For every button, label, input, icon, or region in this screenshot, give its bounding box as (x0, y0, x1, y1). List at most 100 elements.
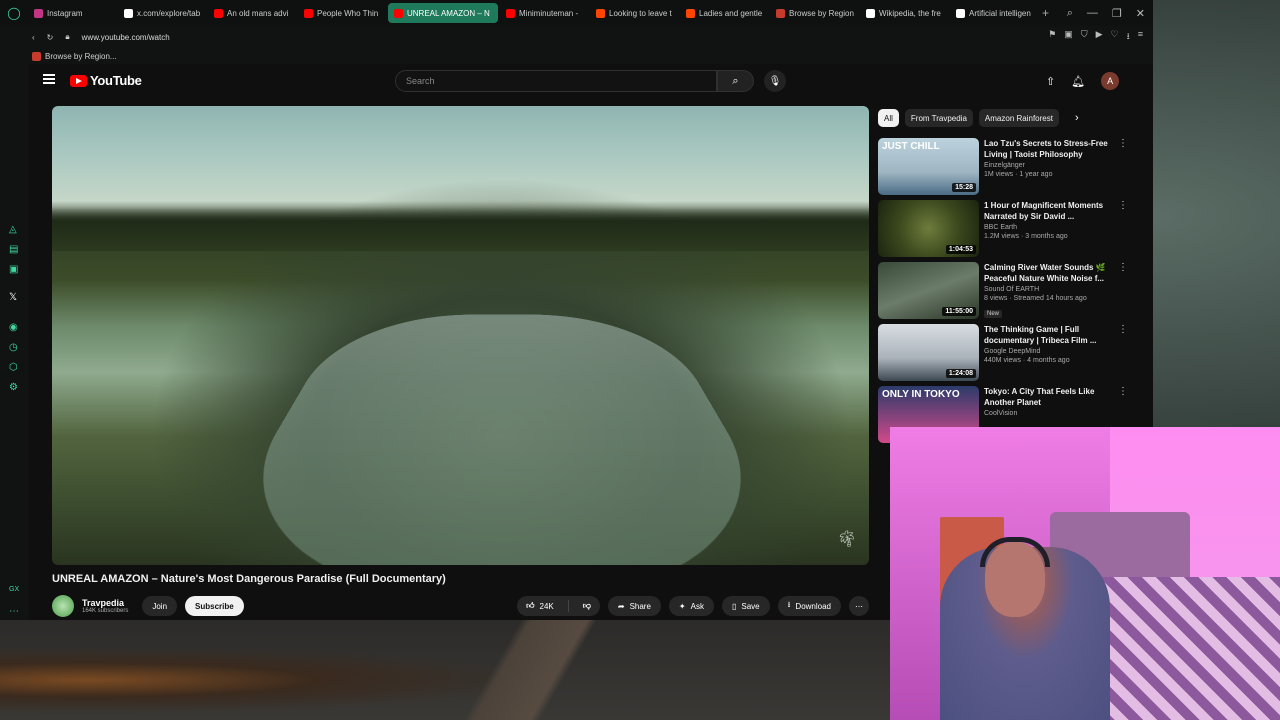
new-tab-icon[interactable]: + (1042, 6, 1049, 20)
channel-avatar[interactable] (52, 595, 74, 617)
save-button[interactable]: ▯ Save (721, 596, 770, 616)
address-bar-tools: ⚑ ▣ ⛉ ▶ ♡ ⭳ ≡ (1048, 29, 1153, 45)
youtube-logo[interactable]: YouTube (70, 73, 142, 88)
recommendation-channel[interactable]: Google DeepMind (984, 348, 1116, 355)
channel-watermark-icon[interactable]: 🌴︎ (837, 529, 857, 549)
share-label: Share (629, 601, 651, 611)
browser-tab[interactable]: An old mans advi (208, 3, 296, 23)
messenger-icon[interactable]: ▤ (9, 244, 18, 255)
recommendation-item[interactable]: 1:24:08 The Thinking Game | Full document… (878, 324, 1128, 386)
back-icon[interactable]: ‹ (32, 33, 35, 42)
search-input[interactable]: Search (395, 70, 717, 92)
extensions-icon[interactable]: ⬡ (9, 362, 18, 373)
recommendation-thumbnail[interactable]: 1:24:08 (878, 324, 979, 381)
ask-button[interactable]: ✦ Ask (668, 596, 714, 616)
kebab-menu-icon[interactable]: ⋮ (1118, 200, 1128, 262)
browser-tab[interactable]: Instagram (28, 3, 116, 23)
recommendation-thumbnail[interactable]: JUST CHILL 15:28 (878, 138, 979, 195)
microphone-icon[interactable]: 🎙︎ (764, 70, 786, 92)
browser-tab[interactable]: People Who Thin (298, 3, 386, 23)
filter-chip[interactable]: Amazon Rainforest (978, 109, 1059, 127)
browser-tab[interactable]: x.com/explore/tab (118, 3, 206, 23)
chevron-right-icon[interactable]: › (1075, 112, 1079, 124)
hamburger-menu-icon[interactable] (43, 74, 55, 84)
settings-icon[interactable]: ⚙ (9, 382, 18, 393)
bell-icon[interactable]: 🔔︎ (1071, 75, 1085, 88)
filter-chip[interactable]: All (878, 109, 899, 127)
recommendation-channel[interactable]: CoolVision (984, 410, 1116, 417)
gx-icon[interactable]: GX (9, 586, 19, 593)
like-button[interactable]: 👍︎ 24K (517, 596, 563, 616)
bookmark-icon[interactable]: ⚑ (1048, 29, 1056, 45)
recommendation-title[interactable]: Lao Tzu's Secrets to Stress-Free Living … (984, 138, 1116, 160)
like-divider (567, 600, 569, 612)
kebab-menu-icon[interactable]: ⋮ (1118, 324, 1128, 386)
recommendation-channel[interactable]: Sound Of EARTH (984, 286, 1116, 293)
browser-tab[interactable]: Browse by Region (770, 3, 858, 23)
minimize-icon[interactable]: — (1087, 7, 1098, 20)
avatar[interactable]: A (1101, 72, 1120, 90)
recommendation-thumbnail[interactable]: 1:04:53 (878, 200, 979, 257)
recommendation-title[interactable]: The Thinking Game | Full documentary | T… (984, 324, 1116, 346)
maximize-icon[interactable]: ❐ (1112, 7, 1122, 20)
more-actions-icon[interactable]: ⋯ (849, 596, 869, 616)
address-bar: ‹ ↻ 🔒︎ www.youtube.com/watch ⚑ ▣ ⛉ ▶ ♡ ⭳… (0, 26, 1153, 48)
tab-favicon-icon (596, 8, 605, 18)
tab-favicon-icon (304, 8, 313, 18)
recommendation-channel[interactable]: Einzelgänger (984, 162, 1116, 169)
share-button[interactable]: ➦ Share (607, 596, 661, 616)
recommendation-channel[interactable]: BBC Earth (984, 224, 1116, 231)
snapshot-icon[interactable]: ▣ (1064, 29, 1073, 45)
tab-label: Looking to leave t (609, 8, 672, 18)
download-label: Download (795, 601, 831, 611)
like-count: 24K (539, 601, 554, 611)
search-icon[interactable]: ⌕ (717, 70, 754, 92)
reload-icon[interactable]: ↻ (47, 33, 54, 42)
recommendation-meta: 8 views · Streamed 14 hours ago (984, 295, 1087, 302)
history-icon[interactable]: ◷ (9, 342, 18, 353)
url-field[interactable]: www.youtube.com/watch (82, 33, 170, 42)
tab-label: Miniminuteman - (519, 8, 579, 18)
browser-tab[interactable]: Miniminuteman - (500, 3, 588, 23)
channel-name[interactable]: Travpedia (82, 598, 128, 608)
recommendation-item[interactable]: JUST CHILL 15:28 Lao Tzu's Secrets to Stre… (878, 138, 1128, 200)
upload-icon[interactable]: ⇧ (1046, 75, 1055, 88)
aria-icon[interactable]: ◬ (9, 224, 17, 235)
play-icon[interactable]: ▶ (1096, 29, 1103, 45)
window-controls: ⌕ — ❐ ✕ (1067, 7, 1153, 20)
dislike-button[interactable]: 👎︎ (574, 596, 600, 616)
player-icon[interactable]: ◉ (9, 322, 18, 333)
opera-logo-icon[interactable]: ◯ (0, 6, 28, 20)
subscribe-button[interactable]: Subscribe (185, 596, 244, 616)
filter-chip[interactable]: From Travpedia (904, 109, 973, 127)
whatsapp-icon[interactable]: ▣ (9, 264, 18, 275)
recommendation-title[interactable]: Tokyo: A City That Feels Like Another Pl… (984, 386, 1116, 408)
recommendation-title[interactable]: Calming River Water Sounds 🌿 Peaceful Na… (984, 262, 1116, 284)
download-button[interactable]: ⭳ Download (777, 596, 841, 616)
bookmark-item[interactable]: Browse by Region... (45, 52, 117, 61)
video-player[interactable]: 🌴︎ (52, 106, 869, 565)
download-icon[interactable]: ⭳ (1127, 29, 1130, 45)
search-tabs-icon[interactable]: ⌕ (1067, 7, 1073, 20)
browser-tab[interactable]: Ladies and gentle (680, 3, 768, 23)
tab-label: Artificial intelligen (969, 8, 1031, 18)
browser-tab[interactable]: Wikipedia, the fre (860, 3, 948, 23)
tab-label: Instagram (47, 8, 83, 18)
heart-icon[interactable]: ♡ (1111, 29, 1119, 45)
lock-icon: 🔒︎ (65, 32, 70, 41)
close-icon[interactable]: ✕ (1136, 7, 1145, 20)
x-icon[interactable]: 𝕏 (9, 292, 17, 303)
kebab-menu-icon[interactable]: ⋮ (1118, 262, 1128, 324)
browser-tab[interactable]: UNREAL AMAZON – N (388, 3, 498, 23)
menu-icon[interactable]: ≡ (1138, 29, 1143, 45)
shield-icon[interactable]: ⛉ (1081, 29, 1088, 45)
recommendation-item[interactable]: 11:55:00 Calming River Water Sounds 🌿 Pea… (878, 262, 1128, 324)
recommendation-item[interactable]: 1:04:53 1 Hour of Magnificent Moments Nar… (878, 200, 1128, 262)
recommendation-thumbnail[interactable]: 11:55:00 (878, 262, 979, 319)
browser-tab[interactable]: Artificial intelligen (950, 3, 1038, 23)
browser-tab[interactable]: Looking to leave t (590, 3, 678, 23)
join-button[interactable]: Join (142, 596, 178, 616)
recommendation-title[interactable]: 1 Hour of Magnificent Moments Narrated b… (984, 200, 1116, 222)
more-sidebar-icon[interactable]: ⋯ (9, 606, 19, 617)
kebab-menu-icon[interactable]: ⋮ (1118, 138, 1128, 200)
